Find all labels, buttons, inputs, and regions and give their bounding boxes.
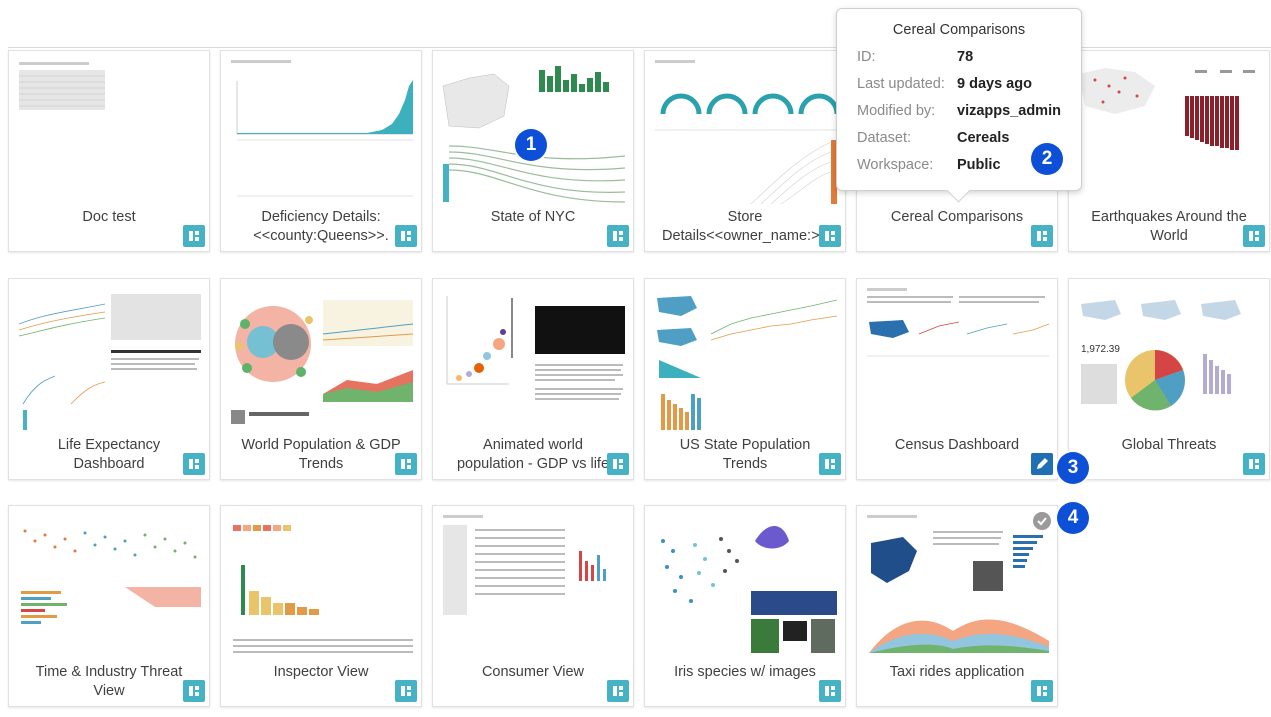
dashboard-layout-icon: [1249, 231, 1259, 241]
checkmark-icon: [1037, 517, 1047, 526]
dashboard-layout-icon: [1037, 231, 1047, 241]
dashboard-layout-icon: [1037, 686, 1047, 696]
app-title[interactable]: Global Threats: [1077, 436, 1261, 476]
app-title[interactable]: Life Expectancy Dashboard: [17, 436, 201, 476]
dashboard-layout-icon: [613, 686, 623, 696]
app-title[interactable]: Iris species w/ images: [653, 663, 837, 703]
app-card-taxi-rides[interactable]: Taxi rides application: [856, 505, 1058, 707]
app-card-iris-species[interactable]: Iris species w/ images: [644, 505, 846, 707]
app-card-consumer-view[interactable]: Consumer View: [432, 505, 634, 707]
open-dashboard-button[interactable]: [819, 680, 841, 702]
open-dashboard-button[interactable]: [819, 453, 841, 475]
app-card-earthquakes[interactable]: Earthquakes Around the World: [1068, 50, 1270, 252]
dashboard-layout-icon: [613, 459, 623, 469]
callout-badge-2: 2: [1031, 143, 1063, 175]
dashboard-layout-icon: [401, 686, 411, 696]
dashboard-layout-icon: [189, 459, 199, 469]
app-thumbnail: [439, 284, 627, 432]
tooltip-value: Cereals: [957, 130, 1010, 146]
open-dashboard-button[interactable]: [607, 453, 629, 475]
app-thumbnail: [227, 511, 415, 659]
app-title[interactable]: World Population & GDP Trends: [229, 436, 413, 476]
callout-badge-4: 4: [1057, 502, 1089, 534]
open-dashboard-button[interactable]: [183, 453, 205, 475]
tooltip-value: Public: [957, 157, 1001, 173]
app-title[interactable]: Time & Industry Threat View: [17, 663, 201, 703]
app-card-store-details[interactable]: Store Details<<owner_name:>>: [644, 50, 846, 252]
app-title[interactable]: Taxi rides application: [865, 663, 1049, 703]
metric-value-text: 1,972.39: [1081, 344, 1120, 355]
tooltip-title: Cereal Comparisons: [892, 22, 1026, 38]
app-title[interactable]: Doc test: [17, 208, 201, 248]
app-thumbnail: [863, 511, 1051, 659]
app-card-global-threats[interactable]: 1,972.39 Global Threats: [1068, 278, 1270, 480]
app-thumbnail: [439, 511, 627, 659]
dashboard-layout-icon: [825, 686, 835, 696]
dashboard-layout-icon: [189, 686, 199, 696]
open-dashboard-button[interactable]: [1031, 225, 1053, 247]
app-card-deficiency-details[interactable]: Deficiency Details: <<county:Queens>>.: [220, 50, 422, 252]
app-thumbnail: [15, 511, 203, 659]
app-thumbnail: [227, 56, 415, 204]
app-thumbnail: [651, 284, 839, 432]
app-thumbnail: [15, 284, 203, 432]
dashboard-layout-icon: [1249, 459, 1259, 469]
pencil-icon: [1037, 458, 1048, 469]
dashboard-layout-icon: [189, 231, 199, 241]
app-title[interactable]: Store Details<<owner_name:>>: [653, 208, 837, 248]
open-dashboard-button[interactable]: [395, 453, 417, 475]
app-card-world-population-gdp[interactable]: World Population & GDP Trends: [220, 278, 422, 480]
open-dashboard-button[interactable]: [395, 680, 417, 702]
app-title[interactable]: Census Dashboard: [865, 436, 1049, 476]
app-card-life-expectancy[interactable]: Life Expectancy Dashboard: [8, 278, 210, 480]
tooltip-label: Modified by:: [857, 103, 936, 119]
app-card-time-industry-threat[interactable]: Time & Industry Threat View: [8, 505, 210, 707]
app-thumbnail: [863, 284, 1051, 432]
app-card-animated-world-population[interactable]: Animated world population - GDP vs life: [432, 278, 634, 480]
app-thumbnail: 1,972.39: [1075, 284, 1263, 432]
app-title[interactable]: Inspector View: [229, 663, 413, 703]
app-title[interactable]: State of NYC: [441, 208, 625, 248]
tooltip-label: ID:: [857, 49, 876, 65]
open-dashboard-button[interactable]: [819, 225, 841, 247]
app-title[interactable]: Consumer View: [441, 663, 625, 703]
open-dashboard-button[interactable]: [1031, 680, 1053, 702]
tooltip-label: Last updated:: [857, 76, 945, 92]
app-title[interactable]: Cereal Comparisons: [865, 208, 1049, 248]
app-thumbnail: [15, 56, 203, 204]
tooltip-label: Dataset:: [857, 130, 911, 146]
tooltip-value: 78: [957, 49, 974, 65]
selected-check[interactable]: [1033, 512, 1051, 530]
open-dashboard-button[interactable]: [395, 225, 417, 247]
callout-badge-1: 1: [515, 129, 547, 161]
open-dashboard-button[interactable]: [183, 225, 205, 247]
open-dashboard-button[interactable]: [607, 225, 629, 247]
app-card-doc-test[interactable]: Doc test: [8, 50, 210, 252]
open-dashboard-button[interactable]: [1243, 225, 1265, 247]
app-thumbnail: [1075, 56, 1263, 204]
app-title[interactable]: Deficiency Details: <<county:Queens>>.: [229, 208, 413, 248]
app-thumbnail: [227, 284, 415, 432]
app-title[interactable]: US State Population Trends: [653, 436, 837, 476]
app-card-census-dashboard[interactable]: Census Dashboard: [856, 278, 1058, 480]
app-thumbnail: [651, 56, 839, 204]
app-card-us-state-population[interactable]: US State Population Trends: [644, 278, 846, 480]
dashboard-layout-icon: [825, 231, 835, 241]
edit-app-button[interactable]: [1031, 453, 1053, 475]
dashboard-layout-icon: [825, 459, 835, 469]
open-dashboard-button[interactable]: [607, 680, 629, 702]
callout-badge-3: 3: [1057, 452, 1089, 484]
open-dashboard-button[interactable]: [1243, 453, 1265, 475]
dashboard-layout-icon: [401, 459, 411, 469]
app-card-inspector-view[interactable]: Inspector View: [220, 505, 422, 707]
tooltip-value: 9 days ago: [957, 76, 1032, 92]
dashboard-layout-icon: [613, 231, 623, 241]
open-dashboard-button[interactable]: [183, 680, 205, 702]
dashboard-layout-icon: [401, 231, 411, 241]
tooltip-label: Workspace:: [857, 157, 934, 173]
app-title[interactable]: Animated world population - GDP vs life: [441, 436, 625, 476]
app-thumbnail: [651, 511, 839, 659]
app-title[interactable]: Earthquakes Around the World: [1077, 208, 1261, 248]
tooltip-value: vizapps_admin: [957, 103, 1061, 119]
